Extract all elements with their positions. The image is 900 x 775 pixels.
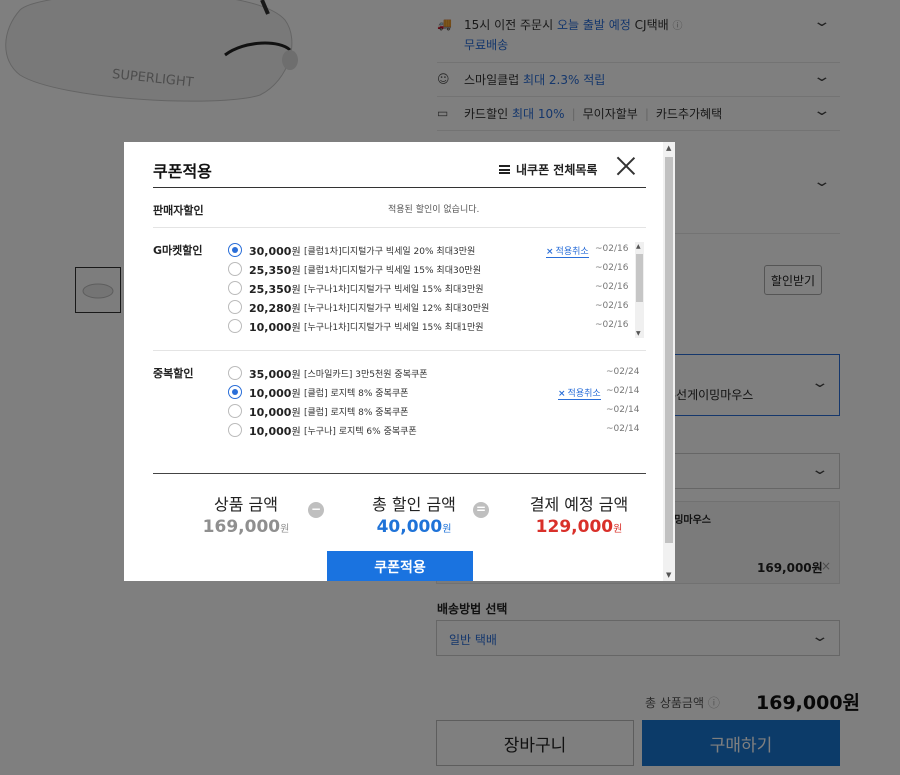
payment-amount-label: 결제 예정 금액 bbox=[529, 495, 629, 514]
coupon-row[interactable]: 20,280원 [누구나1차]디지털가구 빅세일 12% 최대30만원 ~02/… bbox=[228, 300, 628, 319]
product-amount-summary: 상품 금액 169,000원 bbox=[186, 491, 306, 537]
no-discount-text: 적용된 할인이 없습니다. bbox=[388, 205, 480, 215]
gmarket-discount-label: G마켓할인 bbox=[153, 244, 203, 257]
coupon-radio[interactable] bbox=[228, 423, 242, 437]
coupon-row[interactable]: 10,000원 [누구나1차]디지털가구 빅세일 15% 최대1만원 ~02/1… bbox=[228, 319, 628, 338]
coupon-row[interactable]: 25,350원 [누구나1차]디지털가구 빅세일 15% 최대3만원 ~02/1… bbox=[228, 281, 628, 300]
x-icon: × bbox=[558, 389, 566, 399]
payment-amount-value: 129,000 bbox=[535, 517, 614, 537]
coupon-row[interactable]: 30,000원 [클럽1차]디지털가구 빅세일 20% 최대3만원 × 적용취소 … bbox=[228, 243, 628, 262]
coupon-amount: 10,000 bbox=[249, 321, 292, 334]
coupon-amount: 10,000 bbox=[249, 406, 292, 419]
coupon-amount: 25,350 bbox=[249, 283, 292, 296]
coupon-radio[interactable] bbox=[228, 281, 242, 295]
apply-coupon-button[interactable]: 쿠폰적용 bbox=[327, 551, 473, 581]
product-amount-value: 169,000 bbox=[202, 517, 281, 537]
discount-amount-label: 총 할인 금액 bbox=[372, 495, 456, 514]
close-icon[interactable] bbox=[616, 156, 636, 176]
coupon-row[interactable]: 10,000원 [클럽] 로지텍 8% 중복쿠폰 ~02/14 bbox=[228, 404, 639, 423]
coupon-radio[interactable] bbox=[228, 385, 242, 399]
coupon-name: [스마일카드] 3만5천원 중복쿠폰 bbox=[304, 370, 428, 380]
coupon-date: ~02/16 bbox=[595, 263, 629, 273]
coupon-amount: 20,280 bbox=[249, 302, 292, 315]
coupon-amount: 10,000 bbox=[249, 425, 292, 438]
coupon-radio[interactable] bbox=[228, 319, 242, 333]
cancel-coupon-link[interactable]: × 적용취소 bbox=[546, 244, 589, 258]
title-divider bbox=[153, 187, 646, 188]
coupon-amount: 10,000 bbox=[249, 387, 292, 400]
coupon-name: [클럽] 로지텍 8% 중복쿠폰 bbox=[304, 408, 409, 418]
coupon-amount: 35,000 bbox=[249, 368, 292, 381]
minus-icon: − bbox=[308, 502, 324, 518]
scroll-up-icon[interactable]: ▲ bbox=[666, 144, 671, 152]
product-amount-label: 상품 금액 bbox=[214, 495, 278, 514]
coupon-date: ~02/16 bbox=[595, 244, 629, 254]
coupon-radio[interactable] bbox=[228, 243, 242, 257]
seller-discount-label: 판매자할인 bbox=[153, 204, 204, 217]
coupon-name: [누구나1차]디지털가구 빅세일 15% 최대3만원 bbox=[304, 285, 484, 295]
coupon-radio[interactable] bbox=[228, 300, 242, 314]
coupon-name: [클럽] 로지텍 8% 중복쿠폰 bbox=[304, 389, 409, 399]
coupon-name: [누구나1차]디지털가구 빅세일 12% 최대30만원 bbox=[304, 304, 490, 314]
coupon-date: ~02/16 bbox=[595, 301, 629, 311]
coupon-amount: 30,000 bbox=[249, 245, 292, 258]
modal-title: 쿠폰적용 bbox=[153, 162, 212, 181]
payment-amount-summary: 결제 예정 금액 129,000원 bbox=[509, 491, 649, 537]
coupon-modal: 쿠폰적용 내쿠폰 전체목록 판매자할인 적용된 할인이 없습니다. G마켓할인 … bbox=[124, 142, 675, 581]
cancel-coupon-link[interactable]: × 적용취소 bbox=[558, 386, 601, 400]
coupon-row[interactable]: 35,000원 [스마일카드] 3만5천원 중복쿠폰 ~02/24 bbox=[228, 366, 639, 385]
coupon-name: [누구나1차]디지털가구 빅세일 15% 최대1만원 bbox=[304, 323, 484, 333]
coupon-radio[interactable] bbox=[228, 262, 242, 276]
scroll-down-icon[interactable]: ▼ bbox=[666, 571, 671, 579]
modal-scrollbar[interactable]: ▲ ▼ bbox=[663, 142, 675, 581]
coupon-date: ~02/24 bbox=[606, 367, 640, 377]
discount-amount-summary: 총 할인 금액 40,000원 bbox=[349, 491, 479, 537]
coupon-date: ~02/16 bbox=[595, 320, 629, 330]
equals-icon: = bbox=[473, 502, 489, 518]
menu-icon bbox=[499, 165, 510, 174]
scroll-thumb[interactable] bbox=[665, 157, 673, 543]
coupon-date: ~02/14 bbox=[606, 424, 640, 434]
coupon-row[interactable]: 10,000원 [클럽] 로지텍 8% 중복쿠폰 × 적용취소 ~02/14 bbox=[228, 385, 639, 404]
coupon-row[interactable]: 10,000원 [누구나] 로지텍 6% 중복쿠폰 ~02/14 bbox=[228, 423, 639, 442]
scroll-up-icon[interactable]: ▲ bbox=[636, 243, 641, 250]
dup-discount-label: 중복할인 bbox=[153, 367, 194, 380]
scroll-down-icon[interactable]: ▼ bbox=[636, 330, 641, 337]
scroll-thumb[interactable] bbox=[636, 254, 643, 302]
discount-amount-value: 40,000 bbox=[376, 517, 443, 537]
my-coupons-label: 내쿠폰 전체목록 bbox=[516, 163, 598, 177]
coupon-name: [누구나] 로지텍 6% 중복쿠폰 bbox=[304, 427, 417, 437]
coupon-date: ~02/14 bbox=[606, 386, 640, 396]
section-divider bbox=[153, 350, 646, 351]
coupon-name: [클럽1차]디지털가구 빅세일 15% 최대30만원 bbox=[304, 266, 481, 276]
x-icon: × bbox=[546, 247, 554, 257]
coupon-amount: 25,350 bbox=[249, 264, 292, 277]
coupon-radio[interactable] bbox=[228, 404, 242, 418]
coupon-name: [클럽1차]디지털가구 빅세일 20% 최대3만원 bbox=[304, 247, 476, 257]
my-coupons-link[interactable]: 내쿠폰 전체목록 bbox=[499, 161, 597, 178]
coupon-date: ~02/16 bbox=[595, 282, 629, 292]
coupon-date: ~02/14 bbox=[606, 405, 640, 415]
coupon-list-scrollbar[interactable]: ▲ ▼ bbox=[635, 242, 644, 338]
summary-divider bbox=[153, 473, 646, 474]
coupon-row[interactable]: 25,350원 [클럽1차]디지털가구 빅세일 15% 최대30만원 ~02/1… bbox=[228, 262, 628, 281]
coupon-radio[interactable] bbox=[228, 366, 242, 380]
section-divider bbox=[153, 227, 646, 228]
